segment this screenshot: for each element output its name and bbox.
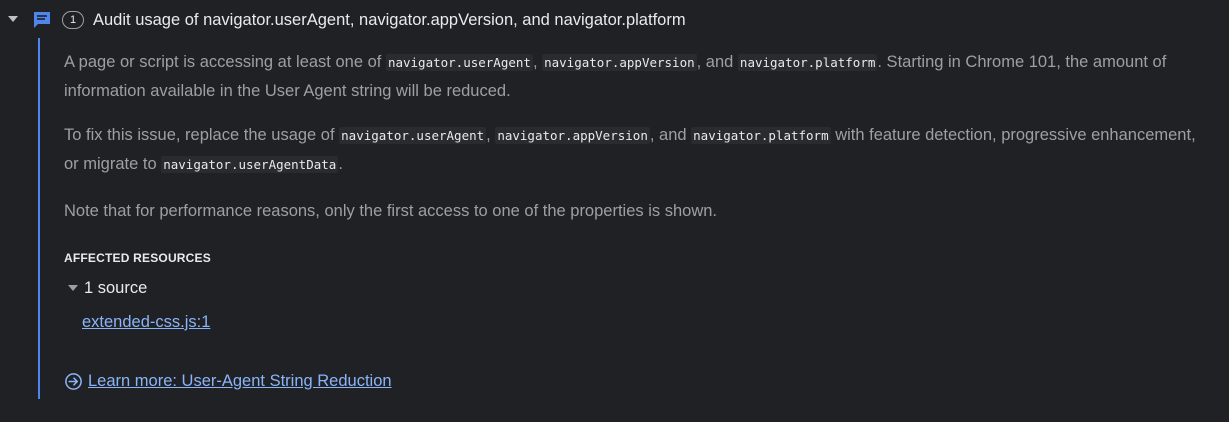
text-segment: . <box>338 155 343 173</box>
issue-panel: 1 Audit usage of navigator.userAgent, na… <box>0 0 1229 422</box>
text-segment: , <box>486 126 496 144</box>
code-navigator-useragent: navigator.userAgent <box>385 54 533 71</box>
text-segment: To fix this issue, replace the usage of <box>64 126 340 144</box>
learn-more-link[interactable]: Learn more: User-Agent String Reduction <box>64 370 392 392</box>
code-navigator-useragentdata: navigator.userAgentData <box>161 156 339 173</box>
source-link[interactable]: extended-css.js:1 <box>82 311 210 333</box>
text-segment: , <box>532 53 543 71</box>
issue-header[interactable]: 1 Audit usage of navigator.userAgent, na… <box>0 6 1229 34</box>
arrow-circle-right-icon <box>64 372 83 391</box>
text-segment: , and <box>649 126 692 144</box>
code-navigator-useragent: navigator.userAgent <box>339 127 487 144</box>
issue-title: Audit usage of navigator.userAgent, navi… <box>93 11 686 29</box>
description-paragraph-3: Note that for performance reasons, only … <box>64 202 717 220</box>
message-icon <box>32 10 52 30</box>
code-navigator-platform: navigator.platform <box>691 127 831 144</box>
expand-arrow-icon <box>68 285 78 291</box>
affected-sources-toggle[interactable]: 1 source <box>68 277 147 299</box>
affected-resources-header: AFFECTED RESOURCES <box>64 251 211 265</box>
code-navigator-platform: navigator.platform <box>737 54 878 71</box>
expand-arrow-icon[interactable] <box>8 16 18 22</box>
text-segment: , and <box>696 53 738 71</box>
text-segment: A page or script is accessing at least o… <box>64 53 386 71</box>
description-paragraph-2: To fix this issue, replace the usage of … <box>64 121 1214 179</box>
issue-accent-bar <box>38 38 40 399</box>
affected-sources-label: 1 source <box>84 279 148 297</box>
code-navigator-appversion: navigator.appVersion <box>542 54 697 71</box>
issue-count-badge: 1 <box>62 11 84 29</box>
code-navigator-appversion: navigator.appVersion <box>495 127 650 144</box>
description-paragraph-1: A page or script is accessing at least o… <box>64 48 1214 105</box>
learn-more-label: Learn more: User-Agent String Reduction <box>88 372 392 390</box>
